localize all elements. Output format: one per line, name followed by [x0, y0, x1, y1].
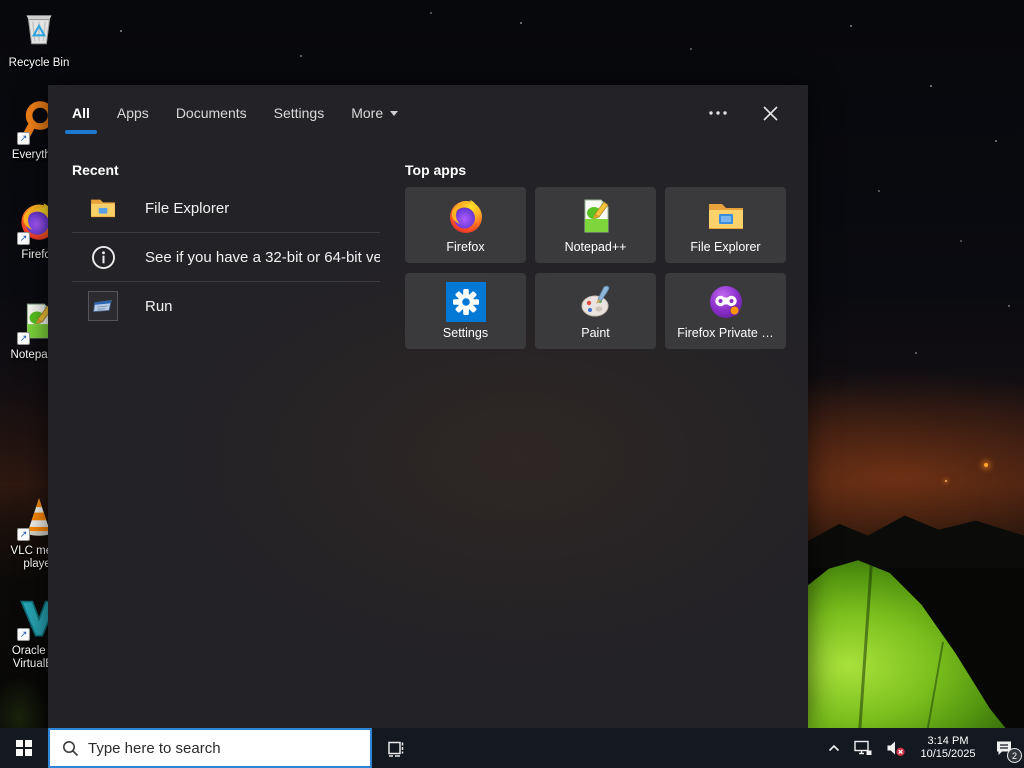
top-apps-header: Top apps	[405, 162, 467, 178]
taskbar: 3:14 PM 10/15/2025 2	[0, 728, 1024, 768]
settings-gear-icon	[445, 282, 486, 322]
search-icon	[62, 740, 79, 757]
start-button[interactable]	[0, 728, 48, 768]
recent-item-label: Run	[145, 297, 173, 315]
clock-date: 10/15/2025	[920, 748, 976, 760]
system-tray: 3:14 PM 10/15/2025 2	[821, 728, 1024, 768]
tray-overflow-button[interactable]	[821, 728, 847, 768]
chevron-up-icon	[828, 744, 840, 752]
top-apps-section: Top apps Firefox Notepad++ File Explorer…	[405, 141, 786, 349]
firefox-private-mask-icon	[706, 282, 746, 322]
info-icon	[88, 242, 118, 272]
shortcut-arrow-icon: ↗	[17, 628, 30, 641]
tile-label: File Explorer	[690, 240, 761, 254]
tab-documents[interactable]: Documents	[176, 85, 247, 141]
desktop: Recycle Bin ↗ Everything ↗ Firefox ↗ Not…	[0, 0, 1024, 768]
tile-label: Settings	[442, 326, 489, 340]
network-button[interactable]	[847, 728, 879, 768]
run-icon	[88, 291, 118, 321]
top-app-tile-firefox[interactable]: Firefox	[405, 187, 526, 263]
shortcut-arrow-icon: ↗	[17, 132, 30, 145]
top-app-tile-notepad-plus-plus[interactable]: Notepad++	[535, 187, 656, 263]
volume-button[interactable]	[879, 728, 912, 768]
recent-item-file-explorer[interactable]: File Explorer	[72, 184, 380, 232]
recycle-bin-icon	[18, 8, 60, 55]
taskbar-clock[interactable]: 3:14 PM 10/15/2025	[912, 735, 984, 761]
file-explorer-icon	[88, 193, 118, 223]
tab-apps[interactable]: Apps	[117, 85, 149, 141]
recent-item-label: File Explorer	[145, 199, 230, 217]
volume-muted-icon	[887, 741, 905, 756]
tile-label: Firefox Private …	[677, 326, 774, 340]
top-app-tile-file-explorer[interactable]: File Explorer	[665, 187, 786, 263]
firefox-icon	[446, 196, 486, 236]
more-options-button[interactable]	[704, 99, 732, 127]
tab-settings[interactable]: Settings	[274, 85, 325, 141]
recent-section: Recent File Explorer See if you have a 3…	[72, 141, 380, 349]
top-app-tile-firefox-private[interactable]: Firefox Private …	[665, 273, 786, 349]
notification-badge: 2	[1007, 748, 1022, 763]
recent-header: Recent	[72, 162, 119, 178]
clock-time: 3:14 PM	[927, 735, 969, 747]
desktop-icon-label: Recycle Bin	[8, 57, 70, 69]
tab-all[interactable]: All	[72, 85, 90, 141]
shortcut-arrow-icon: ↗	[17, 332, 30, 345]
recent-item-label: See if you have a 32-bit or 64-bit ve…	[145, 248, 380, 266]
top-app-tile-paint[interactable]: Paint	[535, 273, 656, 349]
action-center-button[interactable]: 2	[984, 728, 1024, 768]
close-icon	[762, 105, 778, 121]
tile-label: Paint	[581, 326, 610, 340]
notepad-plus-plus-icon	[576, 196, 616, 236]
search-input[interactable]	[79, 730, 370, 766]
network-ethernet-icon	[854, 740, 872, 755]
tile-label: Notepad++	[564, 240, 627, 254]
shortcut-arrow-icon: ↗	[17, 232, 30, 245]
tab-more[interactable]: More	[351, 85, 399, 141]
desktop-icon-recycle-bin[interactable]: Recycle Bin	[2, 8, 76, 70]
tile-label: Firefox	[446, 240, 485, 254]
wallpaper-star	[945, 480, 947, 482]
search-panel: All Apps Documents Settings More Recent …	[48, 85, 808, 728]
shortcut-arrow-icon: ↗	[17, 528, 30, 541]
wallpaper-star	[984, 463, 988, 467]
paint-palette-icon	[576, 282, 616, 322]
ellipsis-icon	[709, 111, 727, 115]
wallpaper-grass	[0, 678, 48, 728]
file-explorer-icon	[706, 196, 746, 236]
top-app-tile-settings[interactable]: Settings	[405, 273, 526, 349]
recent-item-run[interactable]: Run	[72, 282, 380, 330]
chevron-down-icon	[390, 110, 399, 116]
close-button[interactable]	[756, 99, 784, 127]
recent-item-search-suggestion[interactable]: See if you have a 32-bit or 64-bit ve…	[72, 233, 380, 281]
windows-logo-icon	[15, 739, 33, 757]
task-view-icon	[388, 741, 404, 757]
task-view-button[interactable]	[372, 728, 418, 768]
search-tabs: All Apps Documents Settings More	[48, 85, 808, 141]
taskbar-search-box[interactable]	[48, 728, 372, 768]
